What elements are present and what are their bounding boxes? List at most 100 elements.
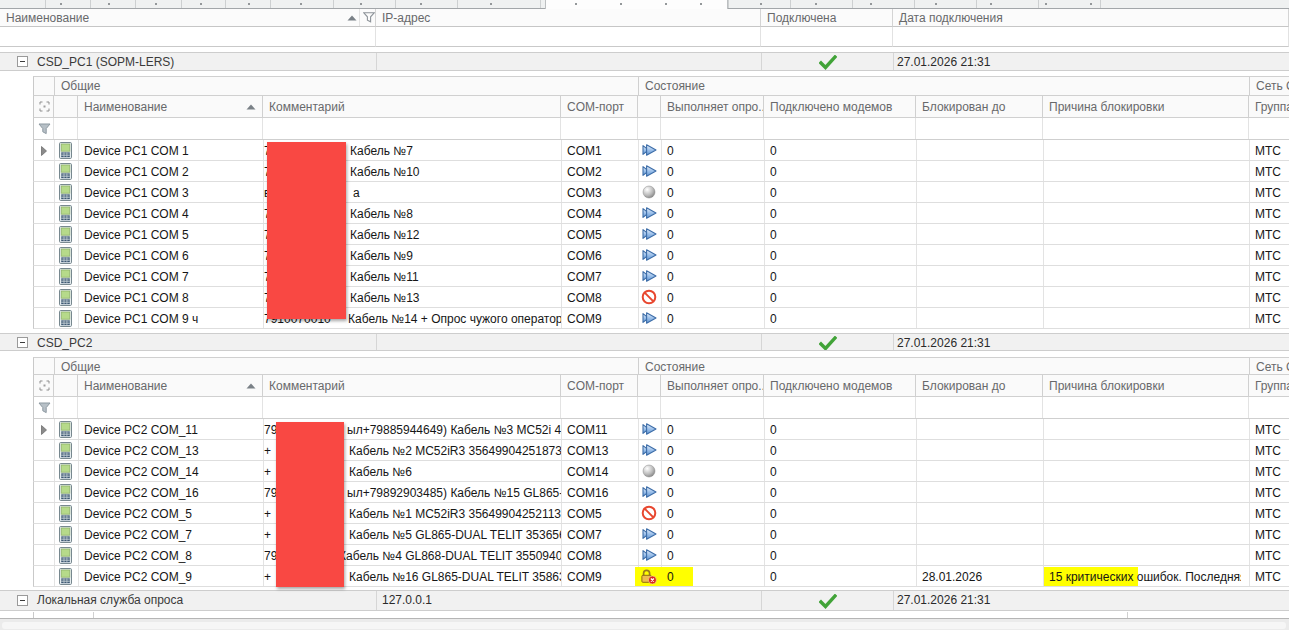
device-row[interactable]: Device PC1 COM 87Кабель №13COM800МТС [33, 287, 1289, 308]
detail-filter-cell[interactable] [1043, 397, 1249, 418]
device-name: Device PC1 COM 7 [84, 270, 189, 284]
device-row[interactable]: Device PC2 COM_1179ыл+79885944649) Кабел… [33, 419, 1289, 440]
device-name: Device PC1 COM 6 [84, 249, 189, 263]
outer-column-header-ip[interactable]: IP-адрес [376, 9, 761, 27]
detail-column-header-blocked_until[interactable]: Блокирован до [916, 375, 1043, 396]
collapse-button[interactable] [17, 337, 28, 348]
detail-column-header-blank[interactable] [638, 96, 661, 117]
cell-divider [638, 461, 639, 481]
outer-filter-cell-connected[interactable] [761, 27, 893, 47]
detail-column-header-group[interactable]: Группа [1249, 96, 1289, 117]
device-row[interactable]: Device PC1 COM 47Кабель №8COM400МТС [33, 203, 1289, 224]
detail-column-header-name[interactable]: Наименование [78, 375, 263, 396]
detail-filter-cell[interactable] [78, 397, 263, 418]
device-row[interactable]: Device PC1 COM 17Кабель №7COM100МТС [33, 140, 1289, 161]
device-row[interactable]: Device PC2 COM_879Кабель №4 GL868-DUAL T… [33, 545, 1289, 566]
device-row[interactable]: Device PC2 COM_1679ыл+79892903485) Кабел… [33, 482, 1289, 503]
cell-divider [916, 482, 917, 502]
device-row[interactable]: Device PC1 COM 3ваCOM300МТС [33, 182, 1289, 203]
outer-filter-cell-ip[interactable] [376, 27, 761, 47]
group-row[interactable]: CSD_PC1 (SOPM-LERS)27.01.2026 21:31 [0, 52, 1289, 71]
detail-filter-cell[interactable] [561, 118, 638, 139]
detail-column-header-blank[interactable] [54, 375, 78, 396]
detail-filter-cell[interactable] [638, 118, 661, 139]
detail-column-header-block_reason[interactable]: Причина блокировки [1043, 96, 1249, 117]
band-header-general[interactable]: Общие [54, 77, 638, 95]
group-row-divider [761, 591, 762, 610]
detail-filter-cell[interactable] [1043, 118, 1249, 139]
device-row[interactable]: Device PC1 COM 67Кабель №9COM600МТС [33, 245, 1289, 266]
bottom-scrollbar-track[interactable] [2, 622, 1286, 629]
group-row[interactable]: Локальная служба опроса127.0.0.127.01.20… [0, 590, 1289, 611]
band-header-label: Состояние [645, 79, 705, 93]
detail-filter-cell[interactable] [764, 397, 916, 418]
detail-filter-cell[interactable] [1249, 118, 1289, 139]
detail-filter-cell[interactable] [561, 397, 638, 418]
detail-filter-cell[interactable] [916, 118, 1043, 139]
device-icon [59, 205, 72, 222]
group-row[interactable]: CSD_PC227.01.2026 21:31 [0, 333, 1289, 351]
detail-column-header-polling[interactable]: Выполняет опро... [661, 375, 764, 396]
outer-column-header-connected_date[interactable]: Дата подключения [893, 9, 1289, 27]
band-header-state[interactable]: Состояние [638, 358, 1249, 374]
tab-strip[interactable] [0, 0, 1289, 9]
collapse-button[interactable] [17, 56, 28, 67]
outer-filter-cell-name[interactable] [0, 27, 376, 47]
cell-divider [916, 461, 917, 481]
detail-column-header-blank[interactable] [34, 96, 54, 117]
detail-column-header-com_port[interactable]: COM-порт [561, 96, 638, 117]
device-row[interactable]: Device PC1 COM 27Кабель №10COM200МТС [33, 161, 1289, 182]
detail-column-header-block_reason[interactable]: Причина блокировки [1043, 375, 1249, 396]
device-row[interactable]: Device PC1 COM 57Кабель №12COM500МТС [33, 224, 1289, 245]
device-row[interactable]: Device PC2 COM_14+Кабель №6COM1400МТС [33, 461, 1289, 482]
outer-column-header-connected[interactable]: Подключена [761, 9, 893, 27]
detail-column-header-blank[interactable] [638, 375, 661, 396]
detail-column-header-name[interactable]: Наименование [78, 96, 263, 117]
cell-divider [1249, 203, 1250, 223]
detail-column-header-com_port[interactable]: COM-порт [561, 375, 638, 396]
detail-filter-cell[interactable] [764, 118, 916, 139]
detail-column-header-group[interactable]: Группа [1249, 375, 1289, 396]
detail-filter-cell[interactable] [78, 118, 263, 139]
band-header-general[interactable]: Общие [54, 358, 638, 374]
device-name-cell: Device PC1 COM 1 [78, 140, 263, 160]
device-row[interactable]: Device PC2 COM_13+Кабель №2 MC52iR3 3564… [33, 440, 1289, 461]
outer-filter-cell-connected_date[interactable] [893, 27, 1289, 47]
band-header-gsm_network[interactable]: Сеть GSM [1249, 77, 1289, 95]
detail-filter-cell[interactable] [661, 118, 764, 139]
detail-column-header-blocked_until[interactable]: Блокирован до [916, 96, 1043, 117]
detail-column-header-modems_connected[interactable]: Подключено модемов [764, 375, 916, 396]
detail-column-header-blank[interactable] [54, 96, 78, 117]
device-row[interactable]: Device PC2 COM_9+Кабель №16 GL865-DUAL T… [33, 566, 1289, 587]
device-name: Device PC2 COM_5 [84, 507, 192, 521]
device-row[interactable]: Device PC2 COM_5+Кабель №1 MC52iR3 35649… [33, 503, 1289, 524]
run-status-icon [641, 421, 658, 437]
detail-filter-cell[interactable] [916, 397, 1043, 418]
detail-filter-cell[interactable] [34, 118, 54, 139]
detail-column-header-comment[interactable]: Комментарий [263, 375, 561, 396]
detail-filter-cell[interactable] [1249, 397, 1289, 418]
band-header-gsm_network[interactable]: Сеть GSM [1249, 358, 1289, 374]
detail-filter-cell[interactable] [661, 397, 764, 418]
outer-column-header-name[interactable]: Наименование [0, 9, 376, 27]
device-row[interactable]: Device PC1 COM 77Кабель №11COM700МТС [33, 266, 1289, 287]
detail-column-header-blank[interactable] [34, 375, 54, 396]
detail-filter-cell[interactable] [34, 397, 54, 418]
detail-filter-cell[interactable] [263, 397, 561, 418]
detail-filter-cell[interactable] [638, 397, 661, 418]
detail-filter-cell[interactable] [54, 118, 78, 139]
band-header-state[interactable]: Состояние [638, 77, 1249, 95]
cell-divider [638, 308, 639, 328]
cell-divider [1043, 140, 1044, 160]
collapse-button[interactable] [17, 595, 28, 606]
detail-filter-cell[interactable] [54, 397, 78, 418]
detail-column-header-comment[interactable]: Комментарий [263, 96, 561, 117]
detail-filter-cell[interactable] [263, 118, 561, 139]
device-com-port: COM14 [567, 465, 608, 479]
tab-label-fragment [420, 3, 422, 5]
device-gsm-group: МТС [1255, 570, 1281, 584]
detail-column-header-modems_connected[interactable]: Подключено модемов [764, 96, 916, 117]
device-row[interactable]: Device PC1 COM 9 ч7910070010Кабель №14 +… [33, 308, 1289, 329]
detail-column-header-polling[interactable]: Выполняет опро... [661, 96, 764, 117]
device-row[interactable]: Device PC2 COM_7+Кабель №5 GL865-DUAL TE… [33, 524, 1289, 545]
